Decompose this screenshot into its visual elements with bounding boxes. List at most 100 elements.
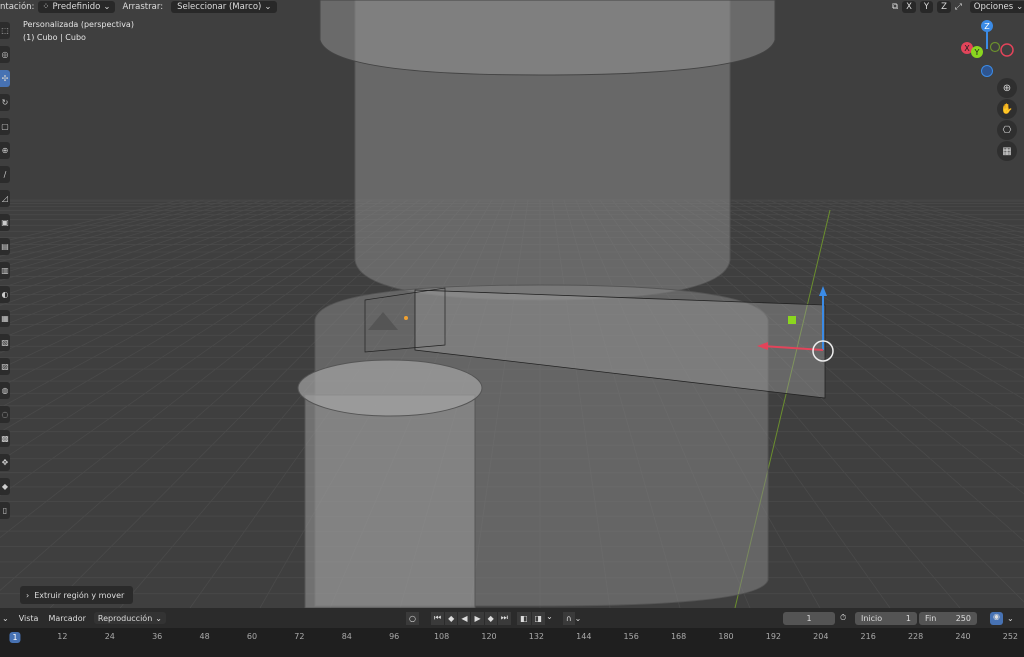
chevron-down-icon[interactable]: ⌄	[546, 612, 553, 625]
shrink-icon[interactable]: ✥	[0, 454, 10, 471]
view-options-icon[interactable]: ◉	[990, 612, 1003, 625]
start-label: Inicio	[861, 614, 882, 623]
frame-tick: 96	[389, 632, 399, 641]
snap-icon[interactable]: ⤢	[955, 2, 962, 12]
3d-viewport[interactable]: ntación: ⁘Predefinido⌄ Arrastrar: Selecc…	[0, 0, 1024, 608]
loop-cut-icon[interactable]: ▦	[0, 310, 10, 327]
extrude-icon[interactable]: ▤	[0, 238, 10, 255]
next-keyframe-icon[interactable]: ◆	[485, 612, 497, 625]
viewport-header: ntación: ⁘ Predefinido⌄ Arrastrar: Selecc…	[0, 0, 277, 13]
jump-start-icon[interactable]: ⏮	[431, 612, 444, 625]
last-operator-panel[interactable]: ›Extruir región y mover	[20, 586, 133, 604]
stopwatch-icon[interactable]: ⏱	[840, 613, 846, 623]
last-operator-label: Extruir región y mover	[34, 591, 124, 600]
y-plane-handle	[788, 316, 796, 324]
poly-build-icon[interactable]: ▨	[0, 358, 10, 375]
chevron-down-icon[interactable]: ⌄	[1007, 614, 1014, 623]
prev-frame-icon[interactable]: ◧	[517, 612, 531, 625]
cursor-icon[interactable]: ◎	[0, 46, 10, 63]
options-dropdown[interactable]: Opciones⌄	[970, 1, 1024, 13]
frame-tick: 132	[529, 632, 544, 641]
current-frame-field[interactable]: 1	[783, 612, 835, 625]
camera-icon[interactable]: ⎔	[997, 120, 1017, 140]
pivot-dropdown[interactable]: ⁘ Predefinido⌄	[38, 1, 114, 13]
next-frame-icon[interactable]: ◨	[532, 612, 546, 625]
frame-tick: 192	[766, 632, 781, 641]
playback-dropdown[interactable]: Reproducción⌄	[94, 612, 166, 624]
mirror-icon[interactable]: ⧉	[892, 2, 898, 12]
small-cylinder-top	[298, 360, 482, 416]
object-info: (1) Cubo | Cubo	[23, 33, 86, 42]
record-icon[interactable]: ○	[406, 612, 419, 625]
scene	[0, 0, 1024, 608]
viewport-header-right: ⧉ X Y Z ⤢ Opciones⌄	[892, 0, 1024, 13]
pivot-icon: ⁘	[42, 2, 49, 12]
frame-tick: 12	[57, 632, 67, 641]
frame-tick: 216	[861, 632, 876, 641]
frame-tick: 252	[1003, 632, 1018, 641]
drag-dropdown[interactable]: Seleccionar (Marco)⌄	[171, 1, 277, 13]
view-name: Personalizada (perspectiva)	[23, 20, 134, 29]
menu-marcador[interactable]: Marcador	[48, 614, 85, 623]
bevel-icon[interactable]: ◐	[0, 286, 10, 303]
chevron-down-icon[interactable]: ⌄	[575, 614, 582, 623]
navigation-gizmo[interactable]: Z X Y	[958, 18, 1024, 80]
zoom-icon[interactable]: ⊕	[997, 78, 1017, 98]
axis-x-toggle[interactable]: X	[902, 1, 916, 13]
rotate-icon[interactable]: ↻	[0, 94, 10, 111]
end-frame-field[interactable]: Fin250	[919, 612, 977, 625]
playhead[interactable]: 1	[9, 632, 20, 643]
spin-icon[interactable]: ◍	[0, 382, 10, 399]
rip-icon[interactable]: ▯	[0, 502, 10, 519]
frame-tick: 228	[908, 632, 923, 641]
measure-icon[interactable]: ◿	[0, 190, 10, 207]
frame-tick: 144	[576, 632, 591, 641]
chevron-down-icon: ⌄	[1016, 2, 1023, 12]
drag-value: Seleccionar (Marco)	[177, 2, 261, 12]
gizmo-y-label: Y	[974, 48, 980, 57]
small-cylinder	[305, 395, 475, 608]
grid-perspective-icon[interactable]: ▦	[997, 141, 1017, 161]
chevron-down-icon: ⌄	[103, 2, 110, 12]
jump-end-icon[interactable]: ⏭	[498, 612, 511, 625]
add-cube-icon[interactable]: ▣	[0, 214, 10, 231]
start-value: 1	[906, 614, 911, 623]
move-icon[interactable]: ✣	[0, 70, 10, 87]
transform-icon[interactable]: ⊕	[0, 142, 10, 159]
frame-tick: 120	[481, 632, 496, 641]
frame-tick: 84	[342, 632, 352, 641]
timeline-header: ⌄ Vista Marcador Reproducción⌄ ○ ⏮ ◆ ◀ ▶…	[0, 608, 1024, 628]
inset-icon[interactable]: ▥	[0, 262, 10, 279]
prev-keyframe-icon[interactable]: ◆	[445, 612, 457, 625]
drag-label: Arrastrar:	[123, 2, 164, 12]
frame-tick: 36	[152, 632, 162, 641]
edge-slide-icon[interactable]: ▩	[0, 430, 10, 447]
chevron-down-icon: ⌄	[155, 614, 162, 623]
smooth-icon[interactable]: ◌	[0, 406, 10, 423]
options-label: Opciones	[974, 2, 1013, 12]
frame-tick: 24	[105, 632, 115, 641]
shear-icon[interactable]: ◆	[0, 478, 10, 495]
end-value: 250	[956, 614, 971, 623]
pivot-value: Predefinido	[53, 2, 101, 12]
playback-label: Reproducción	[98, 614, 152, 623]
play-icon[interactable]: ▶	[471, 612, 483, 625]
axis-y-toggle[interactable]: Y	[920, 1, 933, 13]
orientation-label: ntación:	[0, 2, 34, 12]
frame-tick: 108	[434, 632, 449, 641]
frame-tick: 60	[247, 632, 257, 641]
play-reverse-icon[interactable]: ◀	[458, 612, 470, 625]
select-box-icon[interactable]: ⬚	[0, 22, 10, 39]
menu-vista[interactable]: Vista	[19, 614, 39, 623]
timeline-ruler[interactable]: 1122436486072849610812013214415616818019…	[0, 628, 1024, 657]
gizmo-x-label: X	[964, 44, 970, 53]
auto-key-icon[interactable]: ∩	[563, 612, 575, 625]
chevron-down-icon[interactable]: ⌄	[2, 614, 9, 623]
scale-icon[interactable]: ▢	[0, 118, 10, 135]
axis-z-toggle[interactable]: Z	[937, 1, 951, 13]
pan-hand-icon[interactable]: ✋	[997, 99, 1017, 119]
frame-tick: 168	[671, 632, 686, 641]
start-frame-field[interactable]: Inicio 1	[855, 612, 917, 625]
annotate-icon[interactable]: ∕	[0, 166, 10, 183]
knife-icon[interactable]: ▧	[0, 334, 10, 351]
